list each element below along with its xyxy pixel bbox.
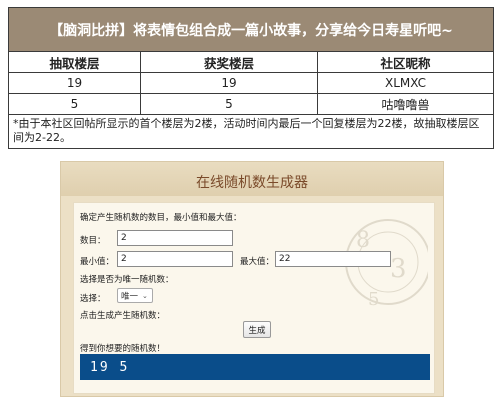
header-winning-floor: 获奖楼层 — [141, 52, 318, 72]
decorative-numbers-icon: 8 3 5 — [345, 219, 428, 310]
svg-text:5: 5 — [368, 289, 379, 310]
unique-prompt: 选择是否为唯一随机数： — [80, 275, 174, 285]
count-input[interactable]: 2 — [117, 230, 233, 246]
header-draw-floor: 抽取楼层 — [9, 52, 141, 72]
result-label: 得到你想要的随机数！ — [80, 344, 166, 354]
unique-select[interactable]: 唯一 ⌄ — [117, 288, 153, 303]
table-row: 5 5 咕噜噜兽 — [9, 94, 493, 115]
svg-text:3: 3 — [390, 254, 407, 284]
count-label: 数目： — [80, 236, 106, 246]
table-cell: 咕噜噜兽 — [381, 97, 430, 112]
header-nickname: 社区昵称 — [380, 55, 431, 71]
table-header-row: 抽取楼层 获奖楼层 社区昵称 — [9, 52, 493, 73]
generate-prompt: 点击生成产生随机数： — [80, 311, 166, 321]
unique-select-value: 唯一 — [121, 291, 139, 302]
table-row: 19 19 XLMXC — [9, 73, 493, 94]
result-output: 19 5 — [80, 354, 430, 380]
panel-title: 在线随机数生成器 — [196, 175, 308, 191]
table-cell: 5 — [9, 94, 141, 114]
min-label: 最小值： — [80, 257, 115, 267]
footnote: *由于本社区回帖所显示的首个楼层为2楼，活动时间内最后一个回复楼层为22楼，故抽… — [13, 117, 480, 144]
random-generator-panel: 在线随机数生成器 8 3 5 确定产生随机数的数目，最小值和最大值： 数目： 2… — [60, 161, 444, 397]
svg-text:8: 8 — [356, 228, 370, 253]
generate-button[interactable]: 生成 — [243, 321, 271, 338]
max-input[interactable]: 22 — [275, 251, 391, 267]
table-cell: 5 — [141, 94, 318, 114]
table-cell: 19 — [141, 73, 318, 93]
choice-label: 选择： — [80, 294, 106, 304]
min-input[interactable]: 2 — [117, 251, 233, 267]
result-table: 【脑洞比拼】将表情包组合成一篇小故事，分享给今日寿星听吧~ 抽取楼层 获奖楼层 … — [8, 7, 494, 149]
instruction-text: 确定产生随机数的数目，最小值和最大值： — [80, 213, 242, 223]
table-cell: 19 — [9, 73, 141, 93]
chevron-down-icon: ⌄ — [142, 291, 148, 300]
banner-title: 【脑洞比拼】将表情包组合成一篇小故事，分享给今日寿星听吧~ — [9, 8, 493, 52]
max-label: 最大值： — [240, 257, 275, 267]
table-cell: XLMXC — [385, 76, 426, 90]
generator-form: 8 3 5 确定产生随机数的数目，最小值和最大值： 数目： 2 最小值： 2 最… — [73, 202, 435, 394]
